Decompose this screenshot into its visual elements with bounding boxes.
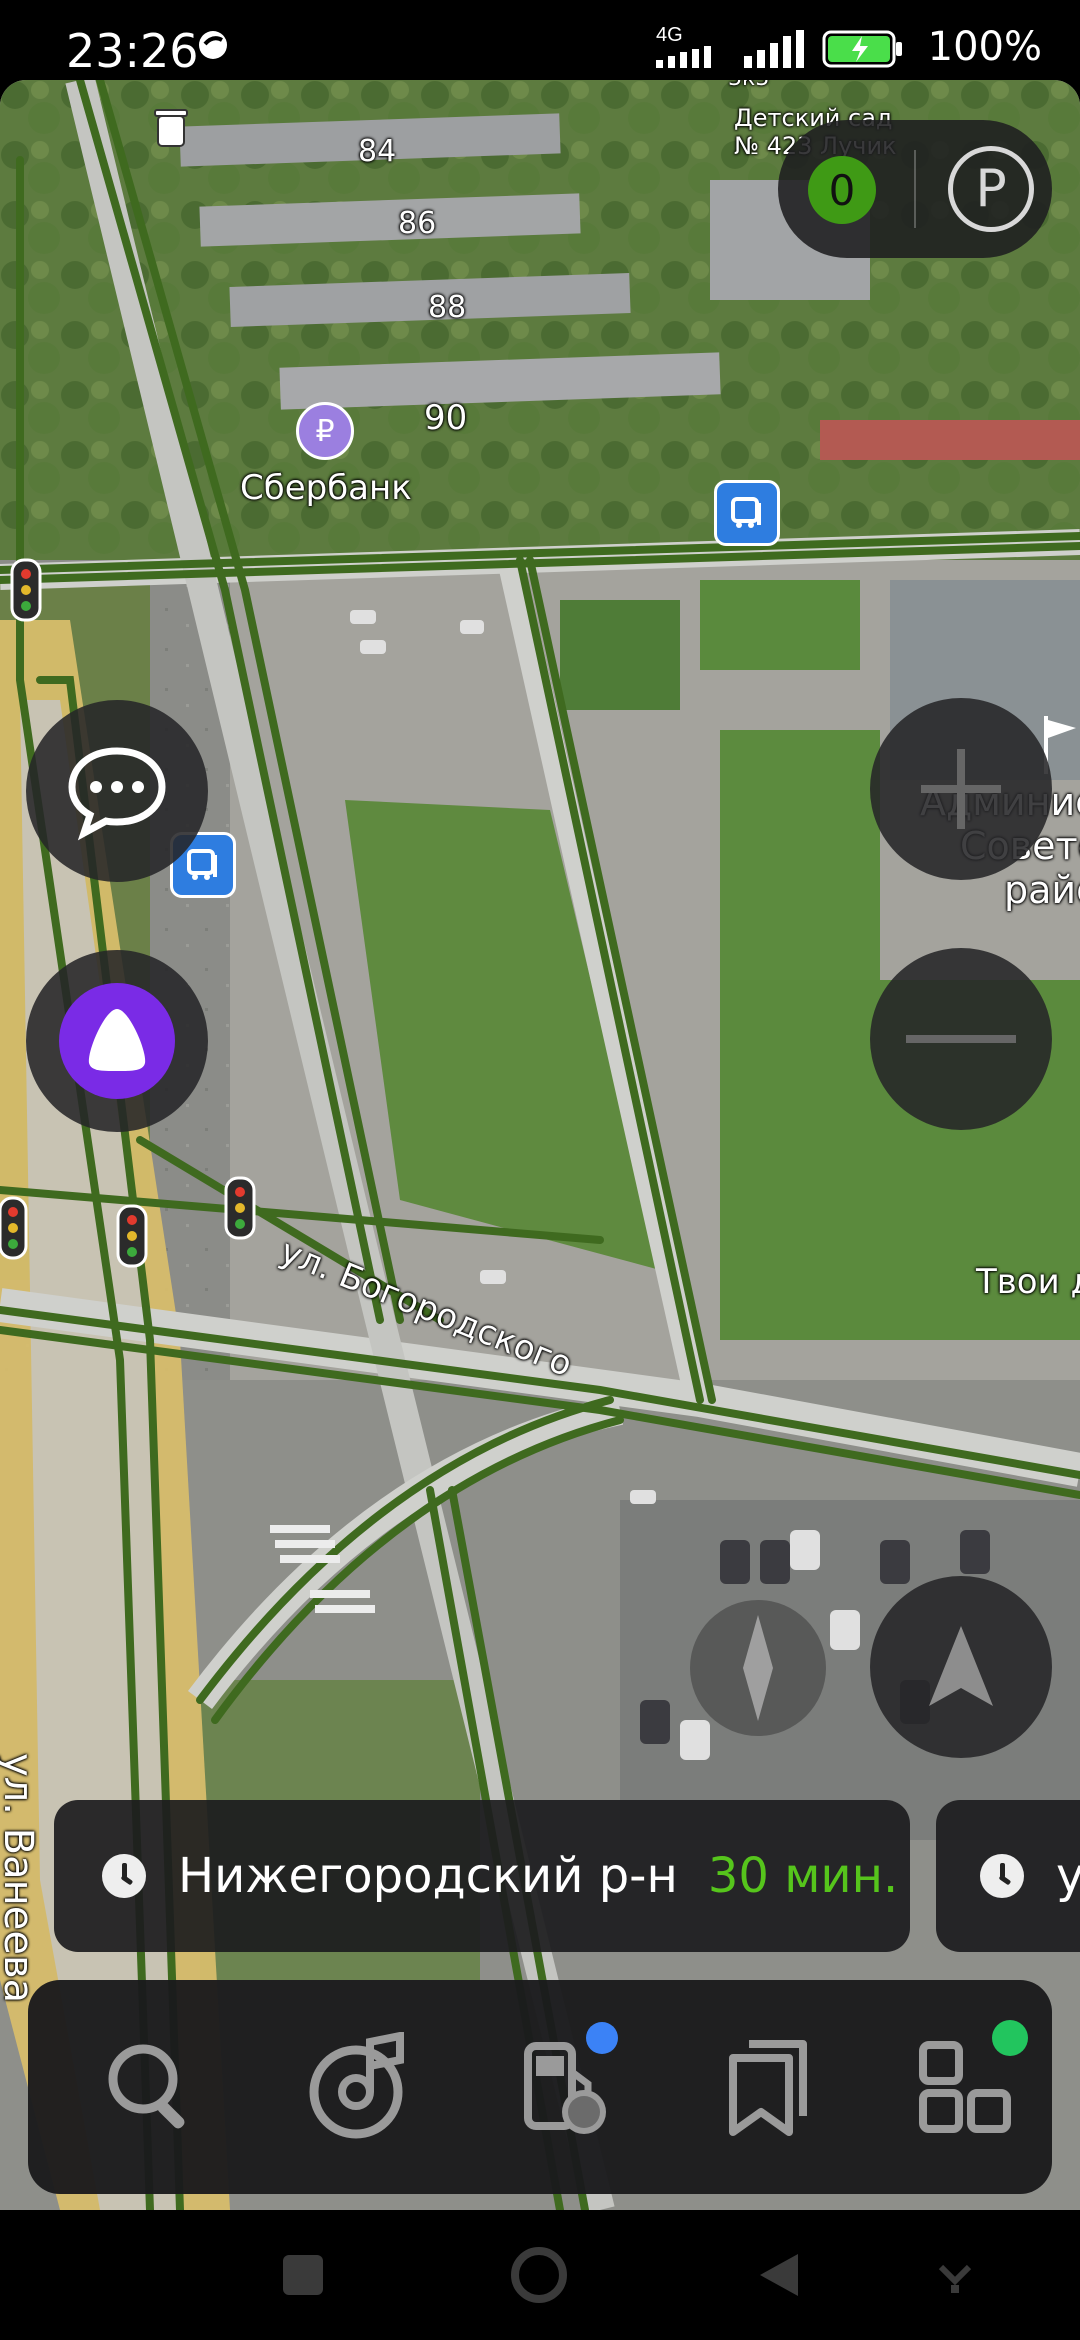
my-location-button[interactable] [870, 1576, 1052, 1758]
commute-time: 30 мин. [707, 1848, 899, 1904]
recent-apps-button[interactable] [268, 2240, 338, 2310]
notification-icon [199, 31, 227, 59]
top-pill: 0 P [778, 120, 1052, 258]
system-navigation-bar [0, 2210, 1080, 2340]
house-number: 90 [424, 398, 468, 438]
minus-icon [906, 1035, 1016, 1043]
street-label: ул. Ванеева [0, 1753, 41, 2004]
poi-label: Твои д [976, 1262, 1080, 1302]
house-number: 84 [358, 134, 397, 169]
gas-station-button[interactable] [494, 2020, 628, 2154]
house-number: 3к3 [728, 80, 769, 91]
zoom-in-button[interactable] [870, 698, 1052, 880]
search-icon [108, 2044, 185, 2129]
battery-percent: 100% [927, 24, 1042, 70]
map-view[interactable]: 3к3 Детский сад № 423 Лучик 84 86 88 90 … [0, 80, 1080, 2210]
alice-button[interactable] [26, 950, 208, 1132]
zoom-out-button[interactable] [870, 948, 1052, 1130]
home-button[interactable] [504, 2240, 574, 2310]
parking-button[interactable]: P [948, 146, 1034, 232]
bookmarks-icon [729, 2040, 807, 2136]
plus-icon [921, 749, 1001, 829]
commute-chip[interactable]: у [936, 1800, 1080, 1952]
building-label: райо [1004, 868, 1080, 912]
notification-dot [586, 2022, 618, 2054]
music-icon [309, 2032, 404, 2139]
status-time: 23:26 [66, 24, 199, 78]
alice-icon [59, 983, 175, 1099]
score-badge[interactable]: 0 [808, 156, 876, 224]
chat-icon [68, 747, 166, 841]
signal-icon-2 [744, 30, 804, 68]
signal-icon [656, 46, 711, 68]
commute-destination: у [1056, 1848, 1080, 1904]
bottom-toolbar [28, 1980, 1052, 2194]
services-button[interactable] [898, 2020, 1032, 2154]
battery-icon [822, 30, 902, 68]
house-number: 86 [398, 206, 437, 241]
notification-dot [992, 2020, 1028, 2056]
network-type: 4G [656, 24, 683, 46]
trash-icon [154, 109, 188, 147]
chat-button[interactable] [26, 700, 208, 882]
music-button[interactable] [292, 2020, 426, 2154]
sberbank-label: Сбербанк [240, 468, 412, 508]
commute-destination: Нижегородский р-н [178, 1848, 678, 1904]
clock-icon [102, 1854, 146, 1898]
search-button[interactable] [84, 2020, 218, 2154]
bookmarks-button[interactable] [700, 2020, 834, 2154]
house-number: 88 [428, 290, 467, 325]
triangle-back-icon [760, 2254, 798, 2296]
compass-button[interactable] [690, 1600, 826, 1736]
bus-stop-icon[interactable] [714, 480, 780, 546]
hide-keyboard-button[interactable] [920, 2240, 990, 2310]
clock-icon [980, 1854, 1024, 1898]
square-icon [283, 2255, 323, 2295]
chevron-down-icon [938, 2264, 972, 2293]
commute-chip[interactable]: Нижегородский р-н 30 мин. [54, 1800, 910, 1952]
back-button[interactable] [744, 2240, 814, 2310]
pill-divider [914, 150, 916, 228]
navigation-arrow-icon [929, 1626, 993, 1706]
status-bar: 23:26 4G 100% [0, 0, 1080, 80]
sberbank-icon[interactable]: ₽ [296, 402, 354, 460]
circle-icon [511, 2247, 567, 2303]
